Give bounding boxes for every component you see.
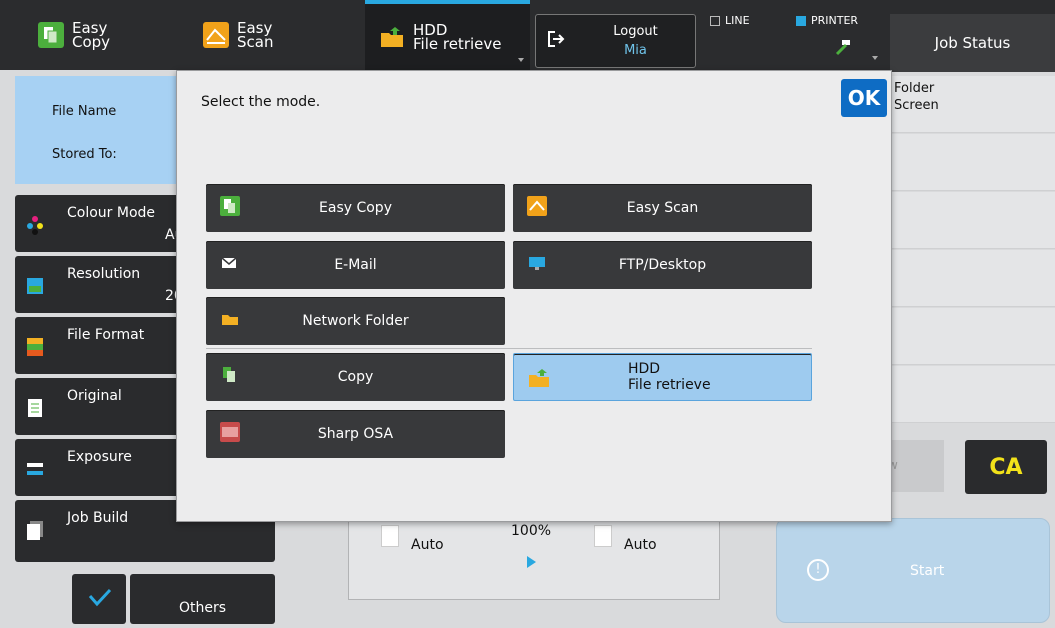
- ok-button[interactable]: OK: [841, 79, 887, 117]
- mode-hdd-file-retrieve[interactable]: HDD File retrieve: [513, 353, 812, 401]
- line-status-box: [710, 15, 720, 26]
- mode-hdd-label: HDD: [628, 361, 661, 377]
- mode-copy-label: Copy: [337, 369, 374, 385]
- tab-hdd-line2: File retrieve: [413, 35, 502, 53]
- mode-easy-copy[interactable]: Easy Copy: [206, 184, 505, 232]
- hdd-folder-icon: [528, 368, 549, 388]
- chevron-down-icon: [518, 58, 524, 62]
- mode-easy-scan-label: Easy Scan: [626, 200, 699, 216]
- right-cell: [892, 134, 1055, 191]
- printer-tool-icon[interactable]: [834, 38, 854, 56]
- tab-hdd-file-retrieve[interactable]: HDD File retrieve: [365, 0, 530, 70]
- file-format-label: File Format: [67, 327, 145, 343]
- paper-out-icon: [594, 525, 612, 547]
- file-info-panel: File Name Stored To:: [15, 76, 180, 184]
- logout-button[interactable]: Logout Mia: [535, 14, 696, 68]
- dialog-title: Select the mode.: [201, 94, 321, 110]
- folder-screen-label: Folder Screen: [894, 81, 939, 113]
- logged-in-user: Mia: [624, 43, 647, 58]
- others-button[interactable]: Others: [130, 574, 275, 624]
- folder-screen-cell[interactable]: Folder Screen: [892, 76, 1055, 133]
- folder-icon: [220, 309, 240, 329]
- colour-mode-icon: [26, 215, 44, 235]
- paper-in-icon: [381, 525, 399, 547]
- monitor-icon: [527, 253, 547, 273]
- printer-indicator-label: PRINTER: [811, 14, 859, 27]
- play-arrow-icon: [527, 556, 536, 568]
- tab-easy-copy-line2: Copy: [72, 33, 111, 51]
- job-build-label: Job Build: [67, 510, 129, 526]
- resolution-icon: [26, 276, 44, 296]
- tab-easy-scan[interactable]: Easy Scan: [203, 0, 273, 70]
- colour-mode-label: Colour Mode: [67, 205, 156, 221]
- tab-easy-scan-line2: Scan: [237, 33, 274, 51]
- hdd-folder-icon: [379, 24, 405, 50]
- mode-easy-scan[interactable]: Easy Scan: [513, 184, 812, 232]
- check-button[interactable]: [72, 574, 126, 624]
- envelope-icon: [220, 253, 240, 273]
- stored-to-label: Stored To:: [52, 147, 117, 162]
- easy-copy-icon: [38, 22, 64, 48]
- mode-sharp-osa[interactable]: Sharp OSA: [206, 410, 505, 458]
- file-format-icon: [26, 337, 44, 357]
- mode-ftp-desktop-label: FTP/Desktop: [618, 257, 707, 273]
- copy-icon: [220, 365, 240, 385]
- chevron-down-icon: [872, 56, 878, 60]
- line-indicator: LINE: [710, 14, 750, 27]
- right-cell: [892, 366, 1055, 423]
- logout-label: Logout: [613, 24, 658, 39]
- easy-scan-icon: [203, 22, 229, 48]
- resolution-label: Resolution: [67, 266, 141, 282]
- original-icon: [26, 398, 44, 418]
- preview-button[interactable]: w: [884, 440, 944, 492]
- mode-sharp-osa-label: Sharp OSA: [317, 426, 394, 442]
- printer-indicator: PRINTER: [796, 14, 858, 27]
- ratio-value: 100%: [511, 523, 552, 539]
- file-name-label: File Name: [52, 104, 117, 119]
- tab-easy-copy[interactable]: Easy Copy: [38, 0, 110, 70]
- right-cell: [892, 250, 1055, 307]
- top-bar: Easy Copy Easy Scan HDD File retrieve Logou…: [0, 0, 1055, 72]
- easy-copy-icon: [220, 196, 240, 216]
- paper-in-value: Auto: [411, 537, 444, 553]
- easy-scan-icon: [527, 196, 547, 216]
- original-label: Original: [67, 388, 122, 404]
- mode-hdd-label2: File retrieve: [628, 377, 711, 393]
- start-label: Start: [910, 563, 945, 579]
- sharp-osa-icon: [220, 422, 240, 442]
- line-indicator-label: LINE: [725, 14, 750, 27]
- paper-out-value: Auto: [624, 537, 657, 553]
- mode-email[interactable]: E-Mail: [206, 241, 505, 289]
- exposure-label: Exposure: [67, 449, 132, 465]
- mode-network-folder[interactable]: Network Folder: [206, 297, 505, 345]
- logout-icon: [536, 30, 576, 53]
- printer-status-box: [796, 15, 806, 26]
- divider: [206, 348, 812, 349]
- mode-network-folder-label: Network Folder: [302, 313, 409, 329]
- clear-all-button[interactable]: CA: [965, 440, 1047, 494]
- job-build-icon: [26, 520, 44, 540]
- right-cell: [892, 308, 1055, 365]
- right-cell: [892, 192, 1055, 249]
- mode-easy-copy-label: Easy Copy: [319, 200, 392, 216]
- start-icon: !: [807, 559, 829, 581]
- checkmark-icon: [88, 588, 112, 607]
- job-status-button[interactable]: Job Status: [890, 14, 1055, 72]
- mode-ftp-desktop[interactable]: FTP/Desktop: [513, 241, 812, 289]
- exposure-icon: [26, 459, 44, 479]
- mode-email-label: E-Mail: [334, 257, 377, 273]
- start-button[interactable]: ! Start: [776, 518, 1050, 623]
- mode-copy[interactable]: Copy: [206, 353, 505, 401]
